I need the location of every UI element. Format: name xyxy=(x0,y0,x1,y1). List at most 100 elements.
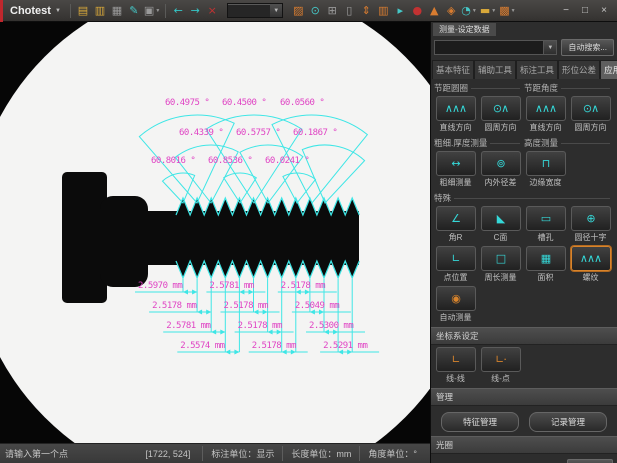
app-menu[interactable]: Chotest ▼ xyxy=(5,5,66,17)
measurement-canvas[interactable]: 60.4975 °60.4500 °60.0560 °60.4339 °60.5… xyxy=(0,22,430,443)
pitch-label: 2.5781 mm xyxy=(209,281,253,291)
angle-linear-icon: ∧∧∧ xyxy=(526,96,566,121)
auto-measure-icon: ◉ xyxy=(436,286,476,311)
chevron-down-icon[interactable]: ▼ xyxy=(543,41,556,54)
tool-line-point[interactable]: ∟· 线-点 xyxy=(479,347,522,384)
pitch-label: 2.5178 mm xyxy=(224,301,268,311)
pitch-label: 2.5178 mm xyxy=(238,321,282,331)
tab-basic-features[interactable]: 基本特征 xyxy=(432,60,474,79)
maximize-button[interactable]: □ xyxy=(577,3,593,18)
tool-inner-outer-diameter[interactable]: ⊚ 内外径差 xyxy=(479,151,522,188)
feature-manage-button[interactable]: 特征管理 xyxy=(441,412,519,432)
tool-pitch-linear[interactable]: ∧∧∧ 直线方向 xyxy=(434,96,477,133)
status-hint: 请输入第一个点 xyxy=(5,447,145,460)
thread-linear-icon: ∧∧∧ xyxy=(436,96,476,121)
report-icon[interactable]: ▦ xyxy=(109,2,125,19)
layers-icon[interactable]: ▬▼ xyxy=(479,2,497,19)
thread-circular-icon: ⊙∧ xyxy=(481,96,521,121)
columns-icon[interactable]: ▥ xyxy=(375,2,391,19)
app-window: Chotest ▼ ▤▥▦✎▣▼ ←→× ▼ ▨⊙⊞▯⇕▥▸●▲◈◔▼▬▼▩▼ … xyxy=(0,0,617,463)
detect-icon[interactable]: ◈ xyxy=(443,2,459,19)
height-measure-icon[interactable]: ⇕ xyxy=(358,2,374,19)
pitch-label: 2.5178 mm xyxy=(252,341,296,351)
play-icon[interactable]: ▸ xyxy=(392,2,408,19)
pitch-label: 2.5300 mm xyxy=(309,321,353,331)
angle-circular-icon: ⊙∧ xyxy=(571,96,611,121)
tool-area[interactable]: ▦ 面积 xyxy=(524,246,567,283)
angle-label: 60.4500 ° xyxy=(222,98,266,108)
toolbar-combobox[interactable]: ▼ xyxy=(227,3,283,18)
angle-label: 60.1867 ° xyxy=(293,128,337,138)
redo-icon[interactable]: → xyxy=(187,2,203,19)
pitch-label: 2.5781 mm xyxy=(166,321,210,331)
close-button[interactable]: × xyxy=(596,3,612,18)
compass-icon[interactable]: ◔▼ xyxy=(460,2,478,19)
section-height: 高度测量 xyxy=(524,137,614,149)
image-search-icon[interactable]: ▨ xyxy=(290,2,306,19)
section-coordinate-system: 坐标系设定 xyxy=(431,327,617,345)
section-special: 特殊 xyxy=(434,192,614,204)
magnifier-icon[interactable]: ⊙ xyxy=(307,2,323,19)
angle-label: 60.4339 ° xyxy=(179,128,223,138)
bolt-measurement-graphic xyxy=(0,22,430,443)
tab-auxiliary-tools[interactable]: 辅助工具 xyxy=(474,60,516,79)
tool-perimeter[interactable]: □ 周长测量 xyxy=(479,246,522,283)
angle-label: 60.8536 ° xyxy=(208,156,252,166)
open-file-icon[interactable]: ▥ xyxy=(92,2,108,19)
thickness-icon: ↔ xyxy=(436,151,476,176)
tool-pitch-circular[interactable]: ⊙∧ 圆周方向 xyxy=(479,96,522,133)
chevron-down-icon[interactable]: ▼ xyxy=(270,4,282,17)
edge-width-icon: ⊓ xyxy=(526,151,566,176)
search-row: ▼ 自动搜索... xyxy=(431,37,617,58)
annotation-unit: 标注单位：显示 xyxy=(202,446,282,461)
crosshair-icon: ⊕ xyxy=(571,206,611,231)
tool-c-face[interactable]: ◣ C面 xyxy=(479,206,522,243)
perimeter-icon: □ xyxy=(481,246,521,271)
feature-select[interactable]: ▼ xyxy=(434,40,557,55)
undo-icon[interactable]: ← xyxy=(170,2,186,19)
record-manage-button[interactable]: 记录管理 xyxy=(529,412,607,432)
tool-line-line[interactable]: ∟ 线-线 xyxy=(434,347,477,384)
slot-icon: ▭ xyxy=(526,206,566,231)
edit-icon[interactable]: ✎ xyxy=(126,2,142,19)
chevron-down-icon: ▼ xyxy=(511,8,516,14)
nav-toolbar-group: ←→× xyxy=(170,2,220,19)
minimize-button[interactable]: − xyxy=(558,3,574,18)
new-project-icon[interactable]: ▤ xyxy=(75,2,91,19)
snapshot-icon[interactable]: ▲ xyxy=(426,2,442,19)
tool-thickness[interactable]: ↔ 粗细测量 xyxy=(434,151,477,188)
grid-icon[interactable]: ⊞ xyxy=(324,2,340,19)
record-icon[interactable]: ● xyxy=(409,2,425,19)
save-icon[interactable]: ▣▼ xyxy=(143,2,161,19)
tab-application-tools[interactable]: 应用工具 xyxy=(600,60,617,79)
tool-corner-r[interactable]: ∠ 角R xyxy=(434,206,477,243)
tool-pitch-angle-linear[interactable]: ∧∧∧ 直线方向 xyxy=(524,96,567,133)
auto-search-button[interactable]: 自动搜索... xyxy=(561,39,614,56)
tool-circle-cross[interactable]: ⊕ 圆径十字 xyxy=(569,206,612,243)
section-aperture: 光圈 xyxy=(431,436,617,454)
pitch-label: 2.5178 mm xyxy=(152,301,196,311)
tool-point-position[interactable]: ∟ 点位置 xyxy=(434,246,477,283)
length-unit: 长度单位：mm xyxy=(282,446,359,461)
tool-edge-width[interactable]: ⊓ 边缘宽度 xyxy=(524,151,567,188)
section-pitch-diameter: 节距圆圈 xyxy=(434,82,524,94)
tool-thread[interactable]: ∧∧∧ 螺纹 xyxy=(569,246,612,283)
display-icon[interactable]: ▩▼ xyxy=(498,2,516,19)
tool-pitch-angle-circular[interactable]: ⊙∧ 圆周方向 xyxy=(569,96,612,133)
chevron-down-icon: ▼ xyxy=(491,8,496,14)
section-pitch-angle: 节距角度 xyxy=(524,82,614,94)
delete-icon[interactable]: × xyxy=(204,2,220,19)
panel-title: 测量-设定数据 xyxy=(433,23,496,36)
ruler-icon[interactable]: ▯ xyxy=(341,2,357,19)
section-thickness: 粗细.厚度测量 xyxy=(434,137,524,149)
pitch-label: 2.5291 mm xyxy=(323,341,367,351)
tab-annotation-tools[interactable]: 标注工具 xyxy=(516,60,558,79)
tool-auto-measure[interactable]: ◉ 自动测量 xyxy=(434,286,477,323)
tab-form-tolerance[interactable]: 形位公差 xyxy=(558,60,600,79)
tool-slot[interactable]: ▭ 槽孔 xyxy=(524,206,567,243)
adjust-light-button[interactable]: 调整照明 xyxy=(567,459,613,463)
chevron-down-icon: ▼ xyxy=(472,8,477,14)
view-toolbar-group: ▨⊙⊞▯⇕▥▸●▲◈◔▼▬▼▩▼ xyxy=(290,2,516,19)
chamfer-icon: ◣ xyxy=(481,206,521,231)
angle-label: 60.4975 ° xyxy=(165,98,209,108)
